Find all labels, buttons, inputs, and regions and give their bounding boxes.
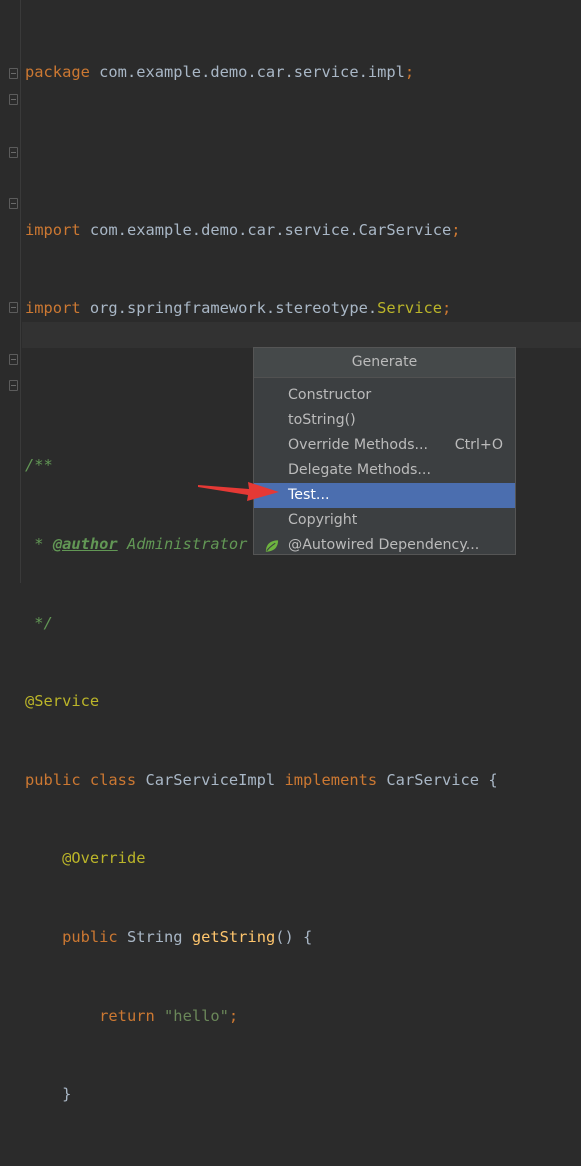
keyword: public class bbox=[25, 770, 137, 789]
popup-title: Generate bbox=[254, 348, 515, 378]
fold-marker-javadoc-end-icon[interactable] bbox=[9, 198, 18, 209]
gutter-divider bbox=[20, 0, 21, 583]
menu-item-label: Constructor bbox=[288, 387, 372, 403]
semicolon: ; bbox=[442, 299, 452, 318]
code-line-method-declaration: public String getString() { bbox=[25, 924, 498, 950]
fold-marker-imports-start-icon[interactable] bbox=[9, 68, 18, 79]
menu-item-label: Delegate Methods... bbox=[288, 462, 431, 478]
comment: Administrator bbox=[117, 534, 248, 553]
code-line-class-declaration: public class CarServiceImpl implements C… bbox=[25, 767, 498, 793]
interface-name: CarService { bbox=[377, 770, 498, 789]
package-name: com.example.demo.car.service.impl bbox=[89, 63, 405, 82]
keyword: implements bbox=[284, 770, 378, 789]
code-line-import-service: import org.springframework.stereotype.Se… bbox=[25, 295, 498, 321]
menu-item-label: Test... bbox=[288, 487, 330, 503]
code-line-service-annotation: @Service bbox=[25, 688, 498, 714]
menu-item-label: Override Methods... bbox=[288, 437, 429, 453]
keyword: import bbox=[25, 299, 81, 318]
fold-marker-imports-end-icon[interactable] bbox=[9, 94, 18, 105]
code-line-import-carservice: import com.example.demo.car.service.CarS… bbox=[25, 217, 498, 243]
keyword: return bbox=[99, 1006, 155, 1025]
code-line-method-close: } bbox=[25, 1081, 498, 1107]
keyword: import bbox=[25, 220, 81, 239]
import-class: CarService bbox=[358, 220, 452, 239]
annotation: @Service bbox=[25, 692, 100, 711]
code-line-return: return "hello"; bbox=[25, 1003, 498, 1029]
red-pointer-arrow-icon bbox=[198, 482, 279, 501]
menu-item-copyright[interactable]: Copyright bbox=[254, 508, 515, 533]
class-name: CarServiceImpl bbox=[136, 770, 285, 789]
brace: } bbox=[25, 1164, 34, 1166]
string-literal: "hello" bbox=[164, 1006, 229, 1025]
fold-marker-class-end-icon[interactable] bbox=[9, 380, 18, 391]
punctuation: () { bbox=[275, 927, 313, 946]
menu-item-label: Copyright bbox=[288, 512, 358, 528]
semicolon: ; bbox=[228, 1006, 239, 1025]
semicolon: ; bbox=[404, 63, 415, 82]
method-name: getString bbox=[191, 927, 276, 946]
menu-item-label: toString() bbox=[288, 412, 356, 428]
keyword: public bbox=[62, 927, 118, 946]
import-class: Service bbox=[377, 299, 442, 318]
menu-item-label: @Autowired Dependency... bbox=[288, 537, 480, 553]
menu-item-test[interactable]: Test... bbox=[254, 483, 515, 508]
menu-item-constructor[interactable]: Constructor bbox=[254, 383, 515, 408]
menu-item-shortcut: Ctrl+O bbox=[454, 437, 503, 453]
code-editor[interactable]: package com.example.demo.car.service.imp… bbox=[25, 7, 498, 1166]
fold-marker-method-start-icon[interactable] bbox=[9, 302, 18, 313]
menu-item-override-methods[interactable]: Override Methods... Ctrl+O bbox=[254, 433, 515, 458]
comment: /** bbox=[25, 456, 53, 475]
menu-item-tostring[interactable]: toString() bbox=[254, 408, 515, 433]
annotation: @Override bbox=[62, 849, 146, 868]
code-line-javadoc-close: */ bbox=[25, 610, 498, 636]
menu-item-delegate-methods[interactable]: Delegate Methods... bbox=[254, 458, 515, 483]
menu-item-autowired-dependency[interactable]: @Autowired Dependency... bbox=[254, 533, 515, 558]
javadoc-tag: @author bbox=[52, 534, 118, 553]
keyword: package bbox=[25, 63, 90, 82]
code-line-package: package com.example.demo.car.service.imp… bbox=[25, 59, 498, 85]
comment: */ bbox=[25, 613, 53, 632]
brace: } bbox=[62, 1085, 72, 1104]
import-path: org.springframework.stereotype. bbox=[80, 299, 378, 318]
code-line-class-close: } bbox=[25, 1160, 498, 1166]
spring-leaf-icon bbox=[265, 540, 279, 552]
return-type: String bbox=[117, 927, 192, 946]
fold-marker-javadoc-start-icon[interactable] bbox=[9, 147, 18, 158]
code-line-override: @Override bbox=[25, 845, 498, 871]
generate-popup[interactable]: Generate Constructor toString() Override… bbox=[253, 347, 516, 555]
fold-marker-method-end-icon[interactable] bbox=[9, 354, 18, 365]
editor-gutter[interactable] bbox=[0, 0, 22, 583]
semicolon: ; bbox=[451, 220, 461, 239]
import-path: com.example.demo.car.service. bbox=[80, 220, 359, 239]
comment: * bbox=[25, 534, 53, 553]
